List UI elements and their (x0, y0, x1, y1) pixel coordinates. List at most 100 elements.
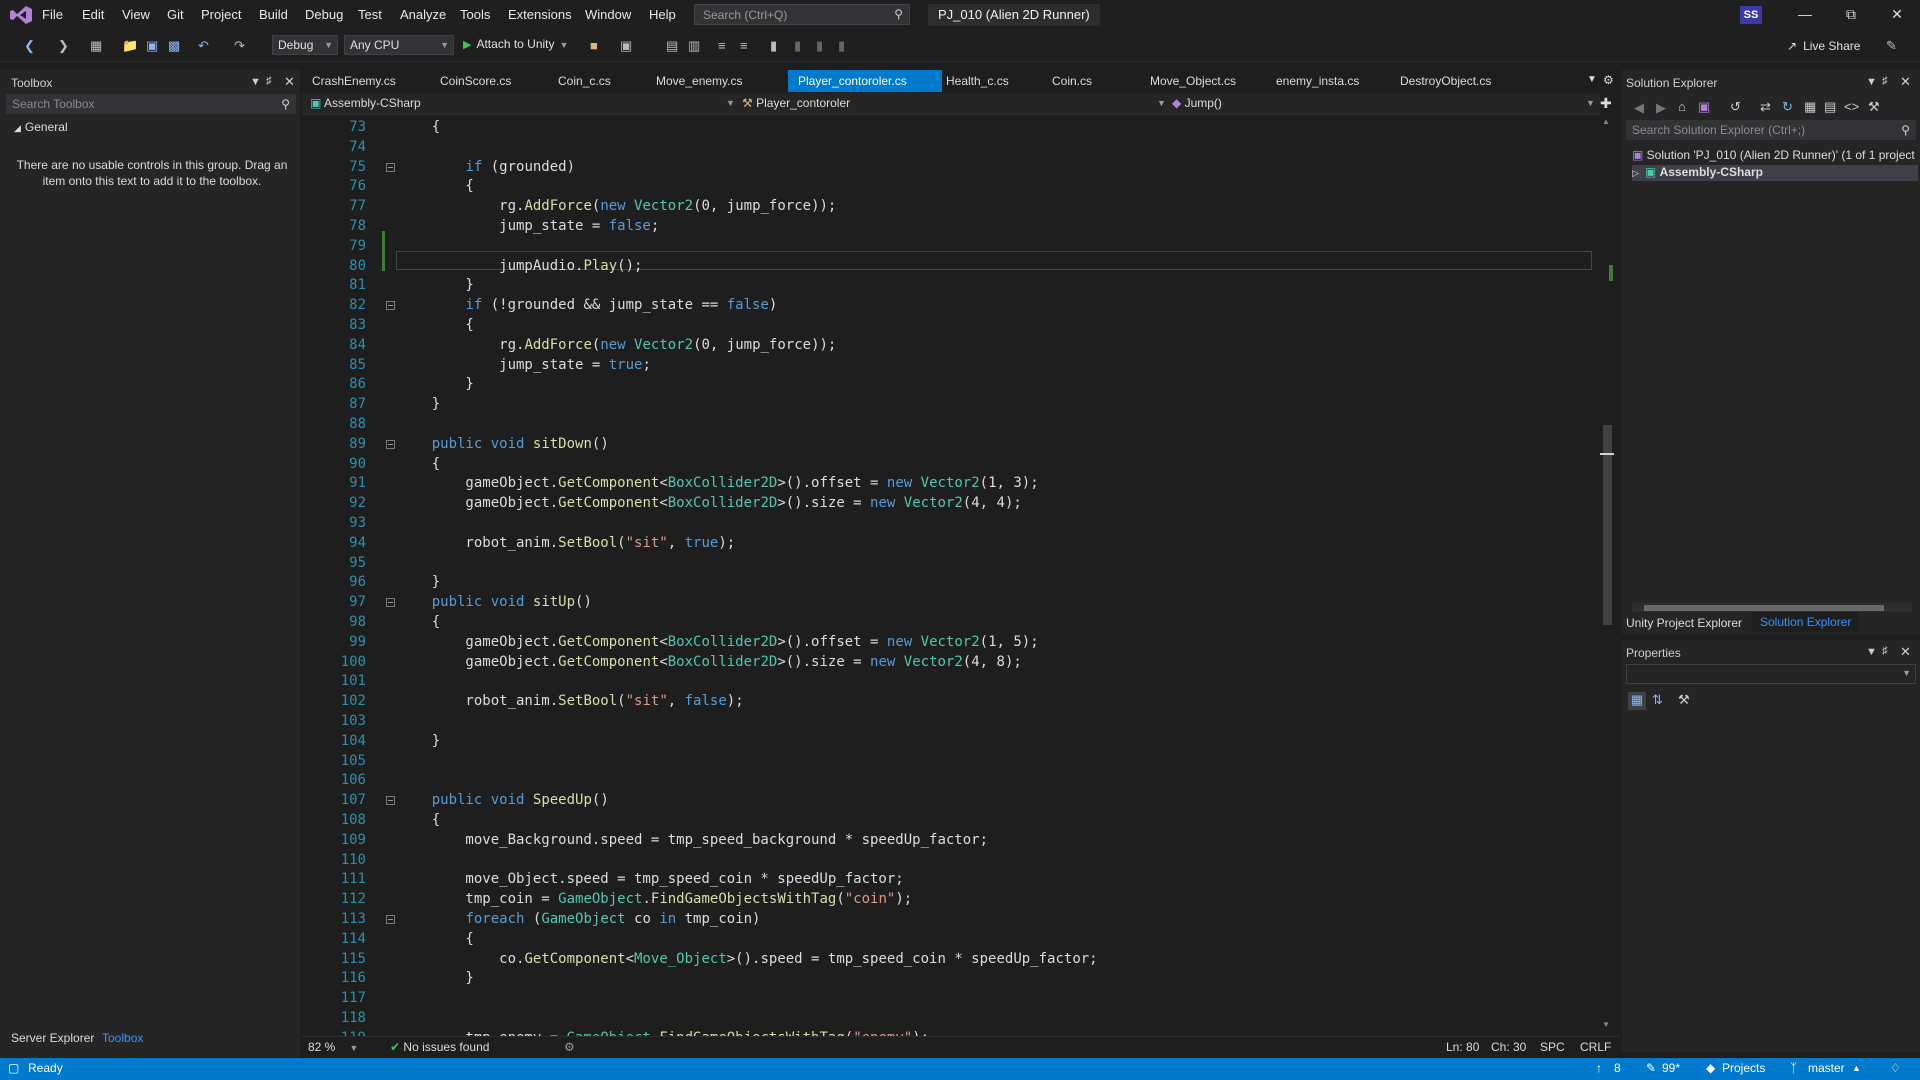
class-dropdown[interactable]: ⚒ Player_contoroler (742, 96, 850, 110)
scroll-up-icon[interactable]: ▲ (1602, 117, 1610, 126)
menu-window[interactable]: Window (585, 7, 631, 22)
visual-studio-logo-icon[interactable] (10, 6, 32, 24)
publish-icon[interactable]: ↑ (1596, 1061, 1602, 1075)
code-line[interactable]: { (398, 315, 473, 335)
code-line[interactable]: } (398, 275, 473, 295)
indent-icon[interactable]: ≡ (718, 38, 726, 53)
categorized-icon[interactable]: ▦ (1628, 692, 1646, 710)
comment-icon[interactable]: ▤ (666, 38, 678, 54)
notifications-bell-icon[interactable]: ♢ (1890, 1061, 1901, 1075)
code-line[interactable]: foreach (GameObject co in tmp_coin) (398, 909, 760, 929)
chevron-down-icon[interactable]: ▼ (1586, 98, 1595, 108)
collapse-region-icon[interactable] (386, 598, 395, 608)
close-window-icon[interactable]: ✕ (1887, 6, 1907, 23)
editor-vertical-scrollbar[interactable]: ▲ ▼ (1600, 115, 1614, 1036)
collapse-region-icon[interactable] (386, 162, 395, 172)
view-code-icon[interactable]: <> (1844, 99, 1859, 114)
tab-move-enemy-cs[interactable]: Move_enemy.cs (646, 70, 796, 92)
redo-icon[interactable]: ↷ (234, 38, 245, 54)
platform-dropdown[interactable]: Any CPU ▼ (344, 35, 454, 55)
menu-project[interactable]: Project (201, 7, 241, 22)
code-line[interactable]: } (398, 572, 440, 592)
code-line[interactable]: { (398, 810, 440, 830)
outdent-icon[interactable]: ≡ (740, 38, 748, 53)
unpushed-count[interactable]: 8 (1614, 1061, 1621, 1075)
forward-icon[interactable]: ▶ (1656, 100, 1666, 116)
chevron-down-icon[interactable]: ▼ (1157, 98, 1166, 108)
navigate-back-icon[interactable]: ❮ (24, 38, 35, 54)
code-line[interactable]: public void sitDown() (398, 434, 609, 454)
project-node[interactable]: ▷ ▣ Assembly-CSharp (1632, 165, 1918, 181)
tab-toolbox[interactable]: Toolbox (102, 1031, 143, 1045)
code-line[interactable]: if (!grounded && jump_state == false) (398, 295, 777, 315)
close-panel-icon[interactable]: ✕ (284, 74, 295, 90)
code-line[interactable]: gameObject.GetComponent<BoxCollider2D>()… (398, 473, 1038, 493)
code-line[interactable]: } (398, 374, 473, 394)
output-window-icon[interactable]: ▢ (8, 1061, 19, 1075)
code-line[interactable]: } (398, 731, 440, 751)
pending-changes-count[interactable]: 99* (1662, 1061, 1680, 1075)
code-line[interactable]: { (398, 612, 440, 632)
tab-player-contoroler-cs[interactable]: Player_contoroler.cs ⊙✕ (788, 70, 942, 110)
bookmark-icon[interactable]: ▮ (770, 38, 777, 54)
menu-view[interactable]: View (122, 7, 150, 22)
zoom-level[interactable]: 82 % ▼ (308, 1040, 358, 1054)
attach-to-unity-button[interactable]: ▶ Attach to Unity ▼ (463, 37, 568, 51)
property-pages-icon[interactable]: ⚒ (1678, 692, 1690, 708)
code-line[interactable]: robot_anim.SetBool("sit", false); (398, 691, 743, 711)
back-icon[interactable]: ◀ (1634, 100, 1644, 116)
code-line[interactable]: } (398, 394, 440, 414)
scrollbar-thumb[interactable] (1644, 605, 1884, 611)
code-line[interactable]: rg.AddForce(new Vector2(0, jump_force)); (398, 335, 836, 355)
pin-icon[interactable]: ♯ (1882, 645, 1888, 657)
code-cleanup-icon[interactable]: ⚙ (564, 1040, 575, 1054)
line-indicator[interactable]: Ln: 80 (1446, 1040, 1479, 1054)
toolbox-search-input[interactable]: Search Toolbox ⚲ (6, 94, 296, 114)
alphabetical-icon[interactable]: ⇅ (1652, 692, 1663, 708)
tab-coinscore-cs[interactable]: CoinScore.cs (430, 70, 552, 92)
next-bookmark-icon[interactable]: ▮ (816, 38, 823, 54)
restore-icon[interactable]: ⧉ (1841, 6, 1861, 23)
menu-edit[interactable]: Edit (82, 7, 104, 22)
branch-icon[interactable]: ᛉ (1790, 1061, 1797, 1075)
code-line[interactable]: rg.AddForce(new Vector2(0, jump_force)); (398, 196, 836, 216)
tab-overflow-icon[interactable]: ▼ (1587, 74, 1597, 85)
menu-debug[interactable]: Debug (305, 7, 343, 22)
window-menu-icon[interactable]: ▼ (1866, 646, 1877, 658)
branch-label[interactable]: master (1808, 1061, 1845, 1075)
scrollbar-thumb[interactable] (1603, 425, 1612, 625)
code-line[interactable]: } (398, 968, 473, 988)
show-all-files-icon[interactable]: ▤ (1824, 99, 1836, 115)
tab-move-object-cs[interactable]: Move_Object.cs (1140, 70, 1272, 92)
minimize-icon[interactable]: — (1795, 6, 1815, 22)
window-menu-icon[interactable]: ▼ (1866, 76, 1877, 88)
browser-icon[interactable]: ▣ (620, 38, 632, 54)
tab-health-c-cs[interactable]: Health_c.cs (936, 70, 1048, 92)
clear-bookmarks-icon[interactable]: ▮ (838, 38, 845, 54)
solution-search-input[interactable]: Search Solution Explorer (Ctrl+;) ⚲ (1626, 120, 1916, 140)
tab-crashenemy-cs[interactable]: CrashEnemy.cs (302, 70, 437, 92)
menu-git[interactable]: Git (167, 7, 184, 22)
split-editor-icon[interactable]: ✚ (1600, 95, 1612, 112)
code-line[interactable]: gameObject.GetComponent<BoxCollider2D>()… (398, 493, 1021, 513)
code-line[interactable]: jump_state = false; (398, 216, 659, 236)
menu-extensions[interactable]: Extensions (508, 7, 572, 22)
menu-tools[interactable]: Tools (460, 7, 490, 22)
navigate-forward-icon[interactable]: ❯ (58, 38, 69, 54)
collapse-region-icon[interactable] (386, 796, 395, 806)
collapse-region-icon[interactable] (386, 915, 395, 924)
chevron-up-icon[interactable]: ▲ (1852, 1063, 1861, 1073)
pin-icon[interactable]: ♯ (1882, 75, 1888, 87)
tab-solution-explorer[interactable]: Solution Explorer (1752, 612, 1860, 632)
code-line[interactable]: { (398, 117, 440, 137)
code-line[interactable]: public void sitUp() (398, 592, 592, 612)
code-line[interactable]: { (398, 176, 473, 196)
refresh-icon[interactable]: ↻ (1782, 99, 1793, 115)
code-line[interactable]: move_Background.speed = tmp_speed_backgr… (398, 830, 988, 850)
configuration-dropdown[interactable]: Debug ▼ (272, 35, 338, 55)
code-line[interactable]: jumpAudio.Play(); (398, 256, 642, 276)
sync-icon[interactable]: ⇄ (1760, 99, 1771, 115)
menu-file[interactable]: File (42, 7, 63, 22)
menu-test[interactable]: Test (358, 7, 382, 22)
window-menu-icon[interactable]: ▼ (250, 76, 261, 88)
